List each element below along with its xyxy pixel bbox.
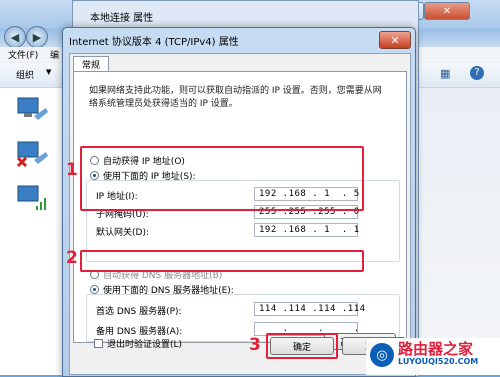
alternate-dns-label: 备用 DNS 服务器(A): xyxy=(96,327,183,337)
radio-checked-icon xyxy=(90,285,99,294)
wireless-network-icon[interactable] xyxy=(16,184,50,212)
checkbox-unchecked-icon xyxy=(94,339,103,348)
ip-highlight-box xyxy=(80,146,364,211)
forward-arrow-icon[interactable]: ▶ xyxy=(26,26,48,48)
organize-button[interactable]: 组织 xyxy=(16,68,34,81)
description-text: 如果网络支持此功能，则可以获取自动指派的 IP 设置。否则，您需要从网络系统管理… xyxy=(89,86,382,109)
dns-highlight-box xyxy=(80,250,364,272)
network-connection-icon[interactable] xyxy=(16,96,50,124)
annotation-marker-3: 3 xyxy=(249,335,261,355)
tab-general[interactable]: 常规 xyxy=(73,56,109,72)
watermark-text: 路由器之家 xyxy=(398,340,474,358)
disconnected-network-icon[interactable] xyxy=(16,140,50,168)
router-logo-icon: ◎ xyxy=(370,343,394,367)
help-icon[interactable]: ? xyxy=(470,66,484,80)
annotation-marker-2: 2 xyxy=(66,248,78,268)
dialog-title: Internet 协议版本 4 (TCP/IPv4) 属性 xyxy=(69,37,239,48)
annotation-marker-1: 1 xyxy=(66,160,78,180)
preferred-dns-label: 首选 DNS 服务器(P): xyxy=(96,307,182,317)
menu-edit[interactable]: 编 xyxy=(50,48,59,61)
validate-label: 退出时验证设置(L) xyxy=(107,340,183,350)
dialog-close-button[interactable]: ✕ xyxy=(379,31,411,49)
validate-checkbox[interactable]: 退出时验证设置(L) xyxy=(94,337,182,350)
gateway-label: 默认网关(D): xyxy=(96,228,149,238)
gateway-field[interactable]: 192 .168 . 1 . 1 xyxy=(254,223,359,237)
dialog-body: 常规 如果网络支持此功能，则可以获取自动指派的 IP 设置。否则，您需要从网络系… xyxy=(69,53,411,375)
preferred-dns-field[interactable]: 114 .114 .114 .114 xyxy=(254,302,365,316)
menu-file[interactable]: 文件(F) xyxy=(8,48,38,61)
properties-window-title: 本地连接 属性 xyxy=(90,13,154,24)
view-icon[interactable]: ▦ xyxy=(440,67,450,80)
connections-list xyxy=(0,88,62,375)
back-arrow-icon[interactable]: ◀ xyxy=(4,26,26,48)
chevron-down-icon[interactable]: ▼ xyxy=(46,68,51,76)
close-button[interactable]: ✕ xyxy=(424,2,470,20)
watermark-url: LUYOUQI520.COM xyxy=(398,357,479,366)
ok-highlight-box xyxy=(266,333,338,359)
